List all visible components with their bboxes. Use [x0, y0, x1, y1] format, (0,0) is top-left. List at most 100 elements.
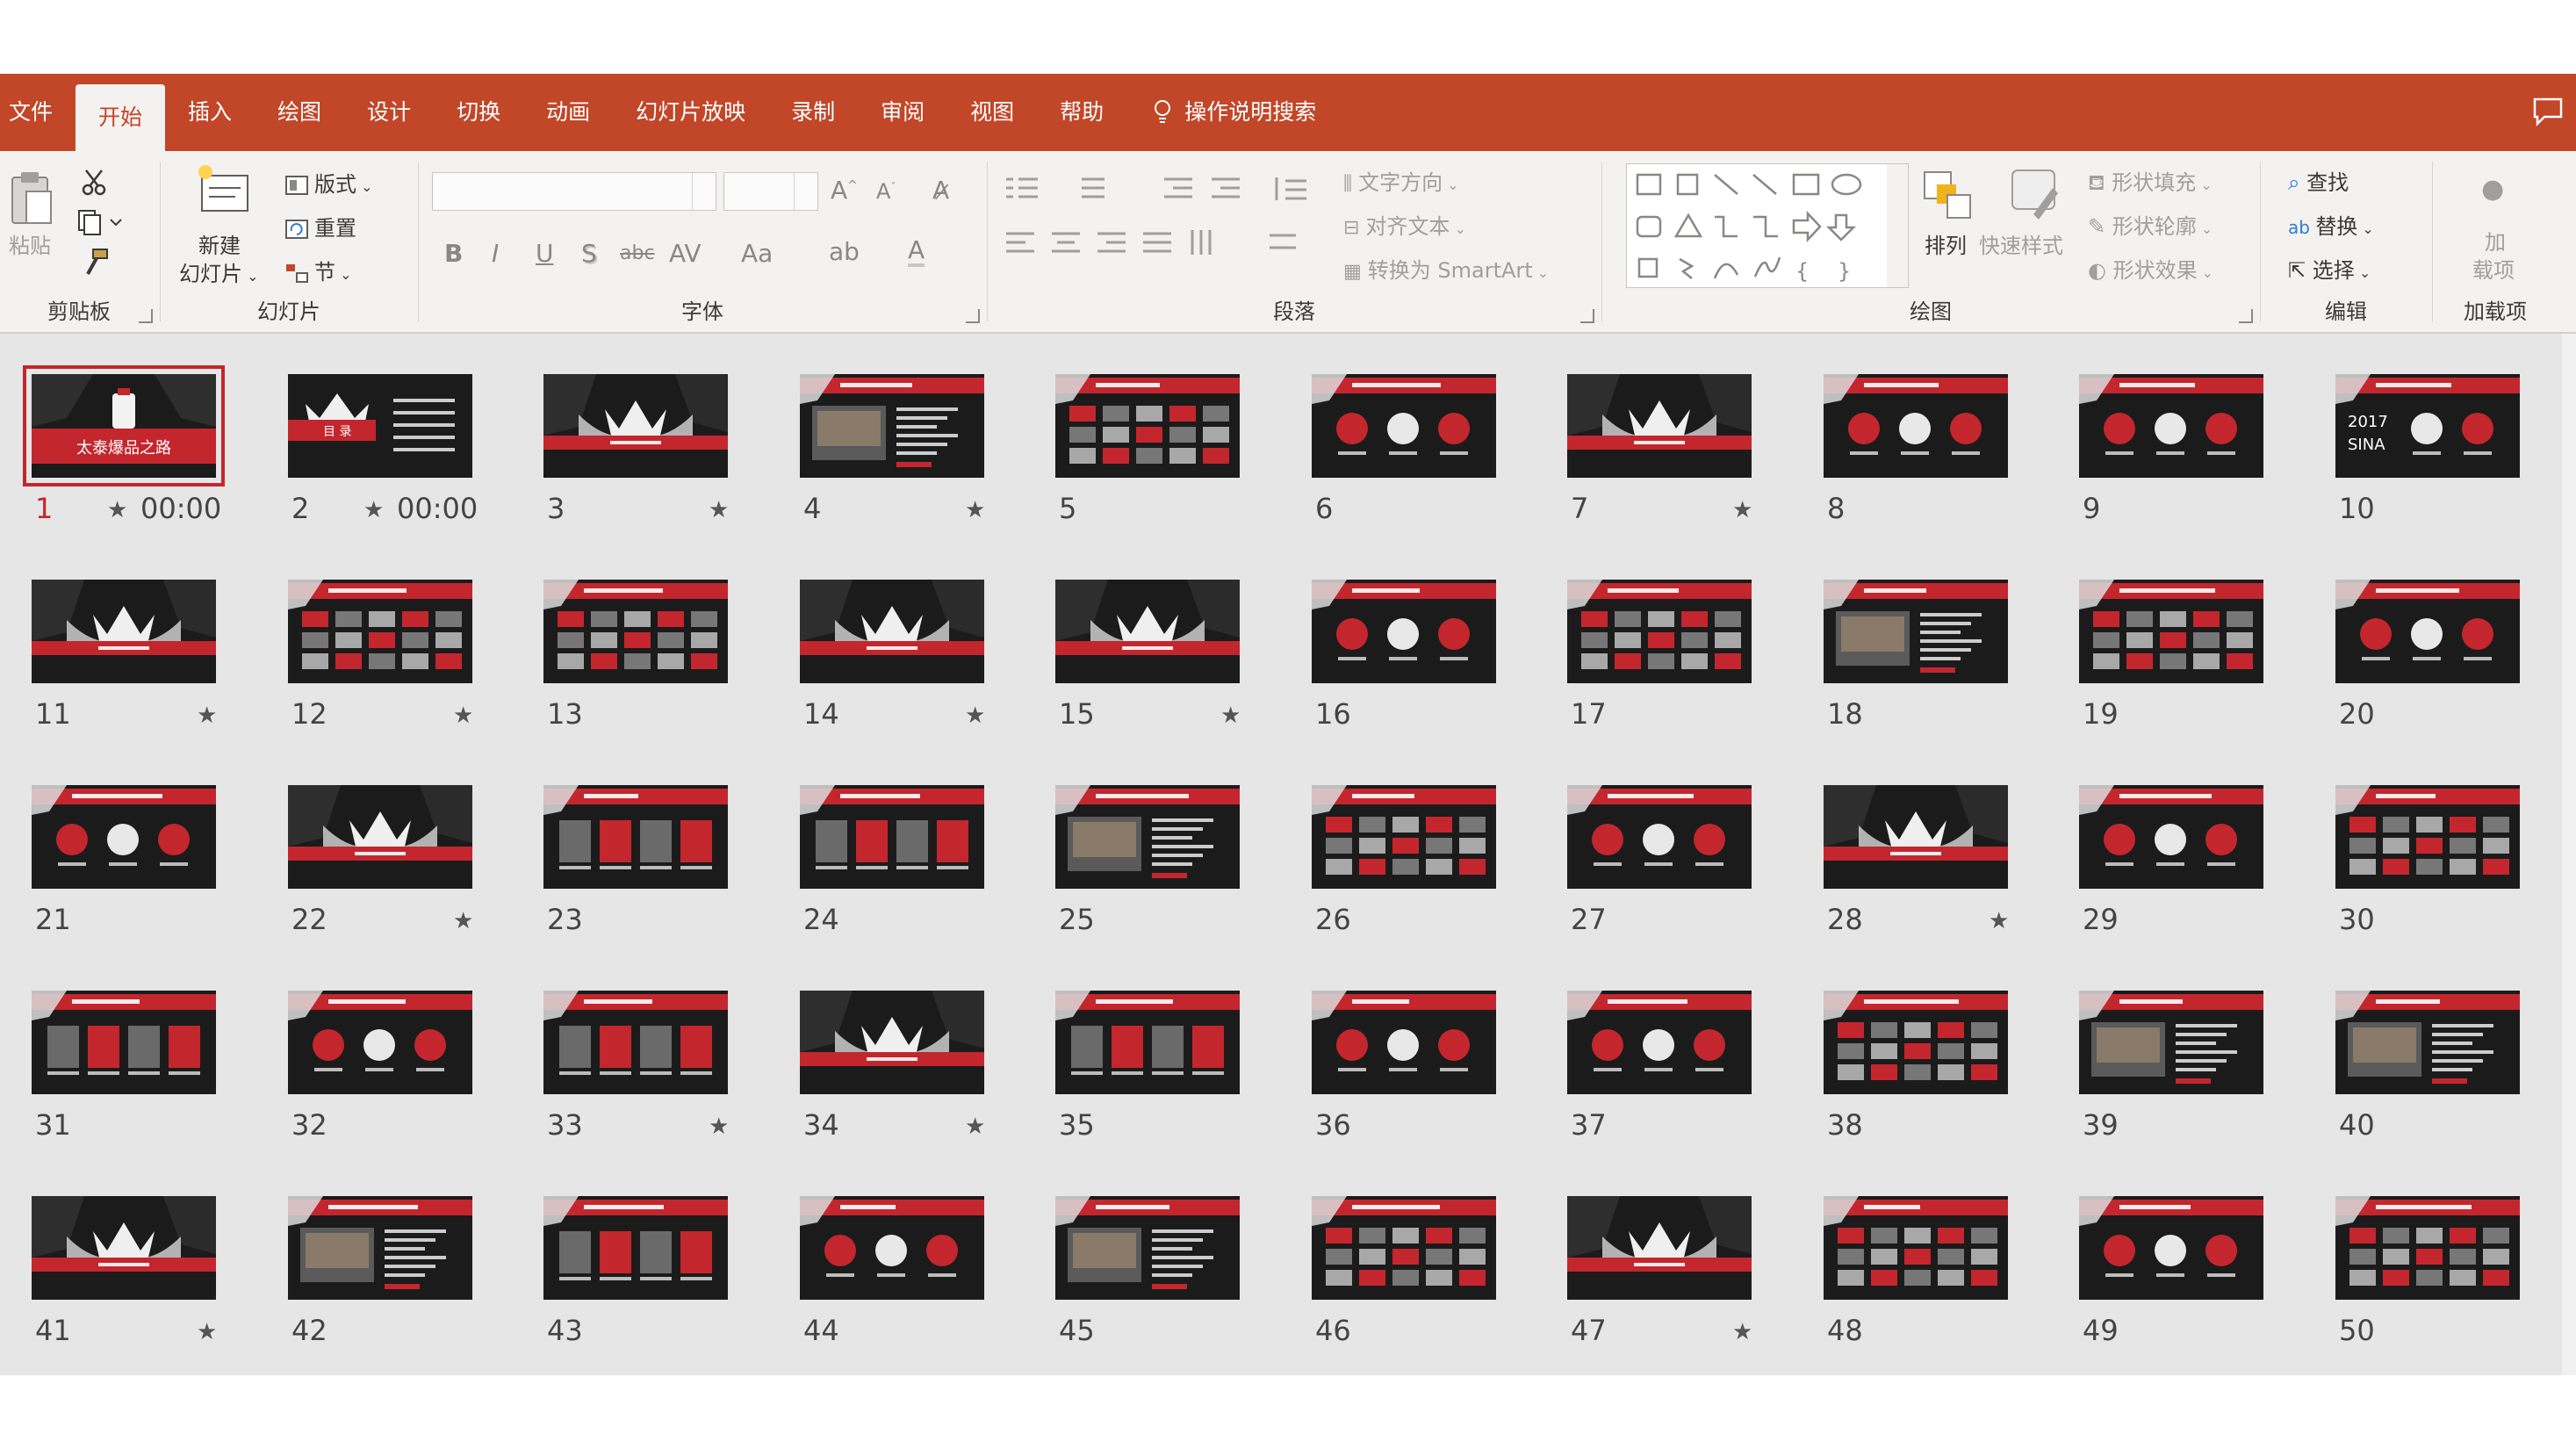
slide-thumbnail[interactable]	[543, 374, 728, 478]
slide-thumbnail[interactable]	[1312, 1196, 1496, 1300]
tab-9[interactable]: 审阅	[858, 74, 947, 151]
slide-thumbnail[interactable]	[543, 991, 728, 1094]
tab-0[interactable]: 文件	[0, 74, 76, 151]
reset-button[interactable]: 重置	[284, 211, 356, 242]
bold-button[interactable]: B	[444, 239, 463, 268]
slide-thumbnail[interactable]	[800, 785, 984, 889]
paste-button[interactable]: 粘贴	[9, 228, 51, 259]
slide-thumbnail[interactable]	[288, 580, 472, 683]
slide-thumbnail[interactable]	[1824, 374, 2008, 478]
shadow-button[interactable]: S	[581, 239, 597, 268]
slide-thumbnail[interactable]	[1055, 580, 1240, 683]
select-button[interactable]: ⇱ 选择 ⌄	[2288, 253, 2371, 284]
format-painter-icon[interactable]	[81, 248, 111, 278]
slide-thumbnail[interactable]	[1824, 1196, 2008, 1300]
tab-4[interactable]: 设计	[344, 74, 434, 151]
tab-10[interactable]: 视图	[947, 74, 1037, 151]
slide-thumbnail[interactable]	[1567, 580, 1752, 683]
slide-thumbnail[interactable]	[1055, 991, 1240, 1094]
shape-outline-button[interactable]: ✎ 形状轮廓 ⌄	[2088, 209, 2213, 240]
font-color-icon[interactable]: A	[908, 237, 925, 267]
slide-thumbnail[interactable]	[32, 580, 216, 683]
animation-star-icon[interactable]: ★	[965, 703, 985, 729]
animation-star-icon[interactable]: ★	[965, 497, 985, 523]
slide-thumbnail[interactable]	[2335, 580, 2520, 683]
paragraph-launcher-icon[interactable]	[1580, 309, 1594, 323]
slide-thumbnail[interactable]	[2079, 1196, 2263, 1300]
find-button[interactable]: ⌕ 查找	[2288, 165, 2349, 196]
grow-font-icon[interactable]: A^	[831, 176, 858, 205]
section-button[interactable]: 节 ⌄	[284, 255, 352, 285]
slide-thumbnail[interactable]	[1312, 991, 1496, 1094]
italic-button[interactable]: I	[492, 239, 499, 268]
slide-thumbnail[interactable]	[2079, 374, 2263, 478]
slide-thumbnail[interactable]	[1824, 580, 2008, 683]
animation-star-icon[interactable]: ★	[363, 497, 384, 523]
slide-thumbnail[interactable]	[1567, 374, 1752, 478]
animation-star-icon[interactable]: ★	[107, 497, 127, 523]
slide-thumbnail[interactable]: 目 录	[288, 374, 472, 478]
animation-star-icon[interactable]: ★	[965, 1114, 985, 1140]
tab-1[interactable]: 开始	[76, 84, 166, 151]
slide-thumbnail[interactable]	[543, 1196, 728, 1300]
slide-thumbnail[interactable]	[1055, 785, 1240, 889]
slide-thumbnail[interactable]	[1567, 1196, 1752, 1300]
animation-star-icon[interactable]: ★	[709, 497, 729, 523]
slide-thumbnail[interactable]	[800, 1196, 984, 1300]
clipboard-launcher-icon[interactable]	[139, 309, 153, 323]
new-slide-icon[interactable]	[197, 163, 251, 214]
addins-label-2[interactable]: 载项	[2472, 253, 2515, 284]
new-slide-label-1[interactable]: 新建	[198, 228, 241, 259]
slide-thumbnail[interactable]	[288, 785, 472, 889]
tab-3[interactable]: 绘图	[255, 74, 344, 151]
tab-2[interactable]: 插入	[165, 74, 255, 151]
shape-effects-button[interactable]: ◐ 形状效果 ⌄	[2088, 253, 2213, 284]
slide-thumbnail[interactable]	[1312, 580, 1496, 683]
slide-thumbnail[interactable]	[2335, 991, 2520, 1094]
char-spacing-button[interactable]: AV	[669, 239, 702, 268]
slide-thumbnail[interactable]	[2079, 785, 2263, 889]
strikethrough-button[interactable]: abc	[620, 242, 655, 264]
slide-thumbnail[interactable]	[2335, 1196, 2520, 1300]
slide-thumbnail[interactable]	[1567, 991, 1752, 1094]
addins-icon[interactable]: ●	[2481, 174, 2504, 205]
clear-formatting-icon[interactable]: A̷	[932, 176, 949, 205]
chevron-down-icon[interactable]	[794, 173, 817, 210]
tab-6[interactable]: 动画	[523, 74, 613, 151]
font-size-combobox[interactable]	[723, 172, 818, 211]
slide-thumbnail[interactable]	[800, 991, 984, 1094]
layout-button[interactable]: 版式 ⌄	[284, 167, 373, 198]
chevron-down-icon[interactable]	[692, 173, 716, 210]
arrange-button[interactable]: 排列	[1925, 228, 1967, 259]
animation-star-icon[interactable]: ★	[1989, 908, 2009, 934]
tab-5[interactable]: 切换	[434, 74, 523, 151]
slide-thumbnail[interactable]	[32, 785, 216, 889]
highlight-icon[interactable]: ab	[829, 237, 860, 266]
slide-thumbnail[interactable]	[288, 1196, 472, 1300]
slide-thumbnail[interactable]	[2079, 991, 2263, 1094]
shrink-font-icon[interactable]: Aˇ	[876, 179, 896, 204]
slide-thumbnail[interactable]	[2335, 785, 2520, 889]
comments-icon[interactable]	[2532, 97, 2564, 126]
animation-star-icon[interactable]: ★	[1220, 703, 1241, 729]
slide-thumbnail[interactable]: 2017 SINA	[2335, 374, 2520, 478]
tell-me-search[interactable]: 操作说明搜索	[1126, 74, 1339, 151]
addins-label-1[interactable]: 加	[2485, 225, 2506, 256]
slide-thumbnail[interactable]: 太泰爆品之路	[23, 365, 225, 487]
shapes-gallery[interactable]: {}	[1626, 163, 1909, 288]
slide-thumbnail[interactable]	[1824, 991, 2008, 1094]
arrange-icon[interactable]	[1919, 167, 1975, 223]
new-slide-label-2[interactable]: 幻灯片 ⌄	[179, 256, 259, 287]
paste-icon[interactable]	[9, 169, 54, 227]
change-case-button[interactable]: Aa	[741, 239, 773, 268]
quick-styles-icon[interactable]	[2007, 165, 2063, 223]
shape-fill-button[interactable]: ⛾ 形状填充 ⌄	[2088, 165, 2213, 198]
slide-thumbnail[interactable]	[1055, 374, 1240, 478]
font-name-combobox[interactable]	[432, 172, 716, 211]
text-direction-button[interactable]: ⫼ 文字方向 ⌄	[1343, 165, 1459, 196]
animation-star-icon[interactable]: ★	[709, 1114, 729, 1140]
paragraph-tools-icon[interactable]	[1006, 174, 1357, 279]
slide-thumbnail[interactable]	[1312, 374, 1496, 478]
animation-star-icon[interactable]: ★	[197, 1319, 217, 1345]
tab-7[interactable]: 幻灯片放映	[613, 74, 768, 151]
